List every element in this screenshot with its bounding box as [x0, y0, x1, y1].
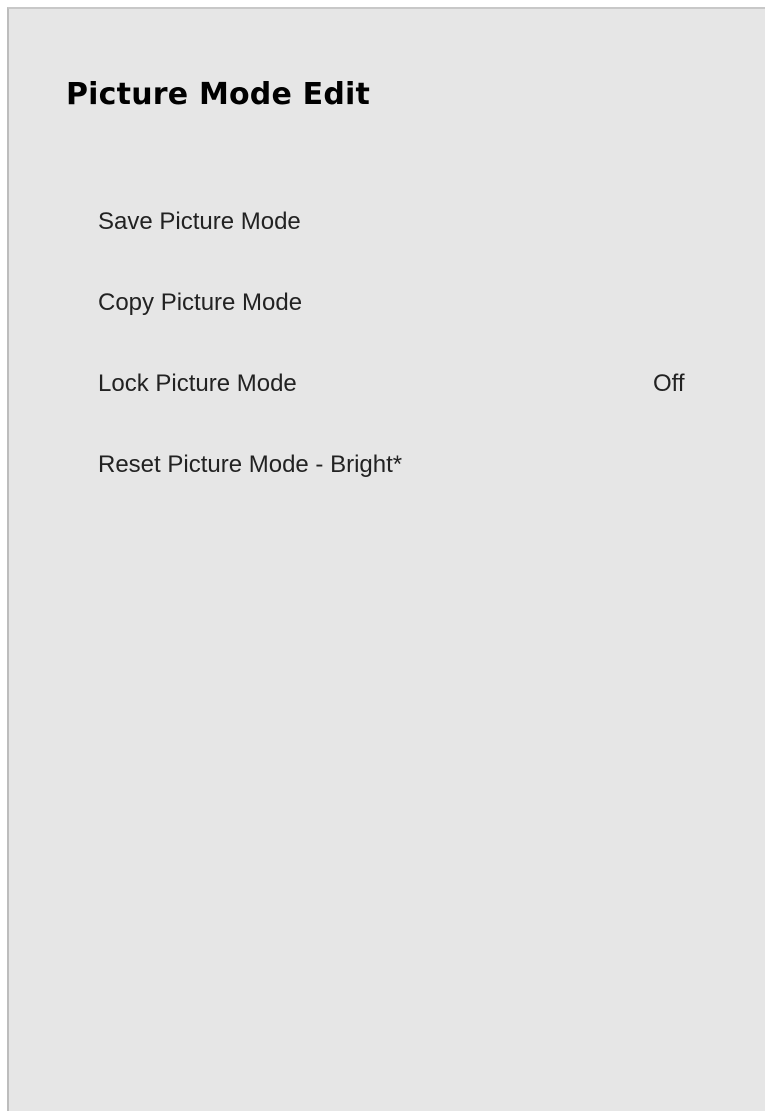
lock-picture-mode-value: Off: [653, 370, 685, 397]
menu-item-save-picture-mode[interactable]: Save Picture Mode: [98, 194, 698, 275]
menu-item-reset-picture-mode[interactable]: Reset Picture Mode - Bright*: [98, 437, 698, 518]
picture-mode-menu: Save Picture Mode Copy Picture Mode Lock…: [98, 194, 698, 518]
menu-item-lock-picture-mode[interactable]: Lock Picture Mode Off: [98, 356, 698, 437]
menu-item-copy-picture-mode[interactable]: Copy Picture Mode: [98, 275, 698, 356]
menu-item-label: Copy Picture Mode: [98, 289, 303, 316]
menu-item-label: Lock Picture Mode: [98, 370, 297, 397]
menu-item-label: Reset Picture Mode - Bright*: [98, 451, 403, 478]
picture-mode-edit-panel: Picture Mode Edit Save Picture Mode Copy…: [7, 7, 765, 1111]
menu-item-label: Save Picture Mode: [98, 208, 301, 235]
menu-title: Picture Mode Edit: [66, 77, 371, 112]
